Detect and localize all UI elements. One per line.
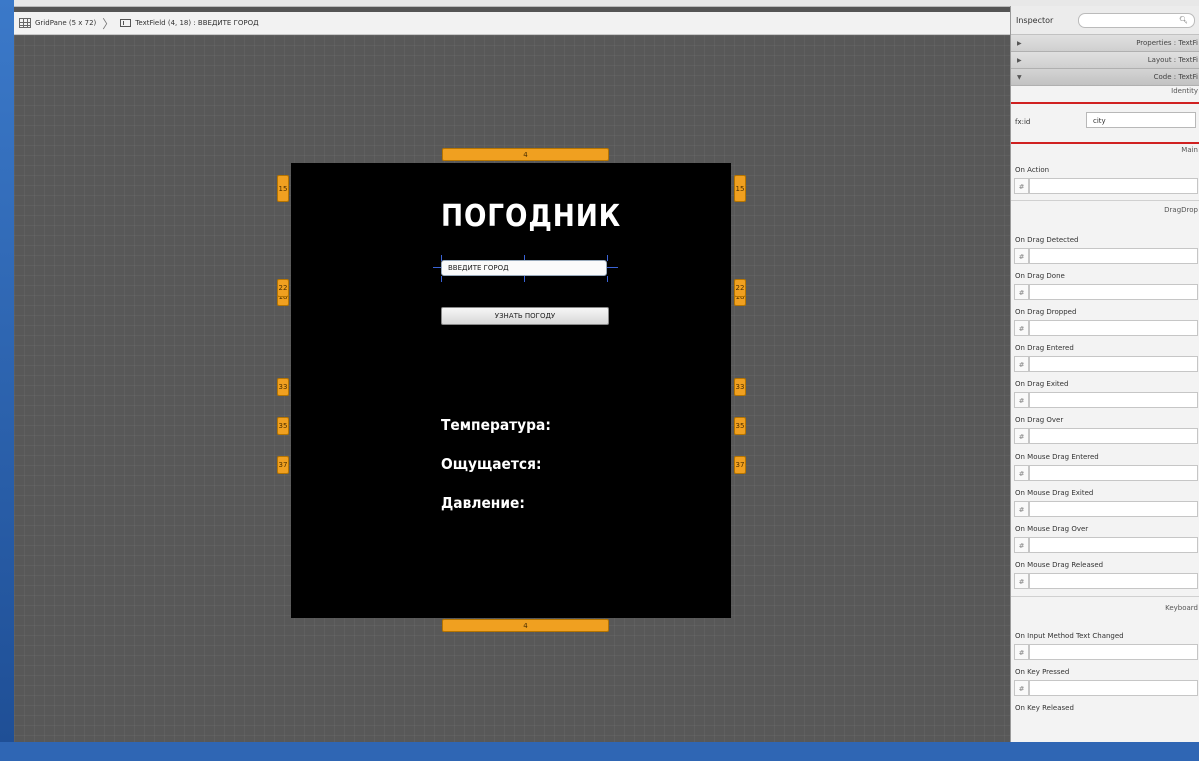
drag-field-input[interactable] <box>1029 501 1198 517</box>
gridpane-icon <box>19 18 31 28</box>
section-code[interactable]: ▼ Code : TextFi <box>1011 69 1199 86</box>
section-layout[interactable]: ▶ Layout : TextFi <box>1011 52 1199 69</box>
temperature-label: Температура: <box>441 416 551 434</box>
get-weather-button[interactable]: УЗНАТЬ ПОГОДУ <box>441 307 609 325</box>
selection-handle[interactable] <box>607 267 618 268</box>
row-marker-right[interactable]: 15 <box>734 175 746 202</box>
hash-prefix: # <box>1014 501 1029 517</box>
drag-field-label: On Mouse Drag Released <box>1015 561 1104 569</box>
gridpane-stage[interactable]: ПОГОДНИК ВВЕДИТЕ ГОРОД УЗНАТЬ ПОГОДУ Тем… <box>291 163 731 618</box>
drag-field-input[interactable] <box>1029 428 1198 444</box>
textfield-icon <box>120 19 132 27</box>
inspector-search-input[interactable]: 🔍︎ <box>1078 12 1195 28</box>
row-marker-left[interactable]: 35 <box>277 417 289 435</box>
fxid-label: fx:id <box>1015 118 1031 126</box>
drag-field-label: On Drag Entered <box>1015 344 1074 352</box>
drag-field-label: On Drag Done <box>1015 272 1065 280</box>
keyboard-field-label: On Key Pressed <box>1015 668 1070 676</box>
code-section-body: Identity fx:id city Main On Action # Dra… <box>1011 86 1199 761</box>
drag-field-input[interactable] <box>1029 537 1198 553</box>
section-properties[interactable]: ▶ Properties : TextFi <box>1011 35 1199 52</box>
chevron-right-icon: 〉 <box>102 16 115 31</box>
chevron-right-icon: ▶ <box>1017 56 1022 64</box>
inspector-panel: Inspector 🔍︎ ▶ Properties : TextFi ▶ Lay… <box>1010 6 1199 742</box>
city-text-field[interactable]: ВВЕДИТЕ ГОРОД <box>441 260 607 276</box>
keyboard-field-label: On Input Method Text Changed <box>1015 632 1124 640</box>
hash-prefix: # <box>1014 573 1029 589</box>
divider <box>1011 200 1199 201</box>
row-marker-right[interactable]: 22 <box>734 279 746 297</box>
feels-like-label: Ощущается: <box>441 455 542 473</box>
keyboard-field-input[interactable] <box>1029 644 1198 660</box>
drag-field-label: On Drag Exited <box>1015 380 1069 388</box>
desktop-background <box>0 0 14 742</box>
chevron-right-icon: ▶ <box>1017 39 1022 47</box>
drag-field-input[interactable] <box>1029 392 1198 408</box>
drag-field-input[interactable] <box>1029 248 1198 264</box>
drag-field-label: On Mouse Drag Over <box>1015 525 1089 533</box>
row-marker-right[interactable]: 33 <box>734 378 746 396</box>
fxid-input[interactable]: city <box>1086 112 1196 128</box>
keyboard-field-input[interactable] <box>1029 680 1198 696</box>
breadcrumb-gridpane[interactable]: GridPane (5 x 72) <box>35 19 96 27</box>
hash-prefix: # <box>1014 356 1029 372</box>
app-title: ПОГОДНИК <box>441 199 622 234</box>
scene-builder-window: GridPane (5 x 72) 〉 TextField (4, 18) : … <box>14 0 1199 742</box>
selection-handle[interactable] <box>441 276 442 282</box>
main-header: Main <box>1181 146 1198 154</box>
row-marker-left[interactable]: 22 <box>277 279 289 297</box>
row-marker-right[interactable]: 35 <box>734 417 746 435</box>
on-action-label: On Action <box>1015 166 1050 174</box>
column-marker-bottom[interactable]: 4 <box>442 619 609 632</box>
divider <box>1011 596 1199 597</box>
drag-field-label: On Drag Over <box>1015 416 1064 424</box>
search-icon: 🔍︎ <box>1179 15 1188 24</box>
hash-prefix: # <box>1014 644 1029 660</box>
keyboard-header: Keyboard <box>1165 604 1198 612</box>
pressure-label: Давление: <box>441 494 525 512</box>
drag-field-input[interactable] <box>1029 284 1198 300</box>
drag-field-label: On Mouse Drag Exited <box>1015 489 1094 497</box>
design-canvas[interactable]: 4 4 15 18 22 33 35 37 15 18 22 33 35 37 … <box>14 35 1010 742</box>
drag-field-input[interactable] <box>1029 465 1198 481</box>
breadcrumb: GridPane (5 x 72) 〉 TextField (4, 18) : … <box>14 12 1010 35</box>
row-marker-right[interactable]: 37 <box>734 456 746 474</box>
chevron-down-icon: ▼ <box>1017 73 1022 81</box>
identity-header: Identity <box>1171 87 1198 95</box>
drag-field-label: On Mouse Drag Entered <box>1015 453 1099 461</box>
inspector-header: Inspector 🔍︎ <box>1011 6 1199 35</box>
hash-prefix: # <box>1014 284 1029 300</box>
selection-handle[interactable] <box>607 276 608 282</box>
inspector-title: Inspector <box>1016 15 1054 25</box>
drag-field-input[interactable] <box>1029 356 1198 372</box>
hash-prefix: # <box>1014 680 1029 696</box>
hash-prefix: # <box>1014 392 1029 408</box>
row-marker-left[interactable]: 15 <box>277 175 289 202</box>
drag-field-label: On Drag Detected <box>1015 236 1079 244</box>
on-action-input[interactable] <box>1029 178 1198 194</box>
hash-prefix: # <box>1014 428 1029 444</box>
keyboard-field-label: On Key Released <box>1015 704 1074 712</box>
hash-prefix: # <box>1014 320 1029 336</box>
selection-handle[interactable] <box>607 255 608 261</box>
hash-prefix: # <box>1014 537 1029 553</box>
hash-prefix: # <box>1014 178 1029 194</box>
drag-field-input[interactable] <box>1029 573 1198 589</box>
dragdrop-header: DragDrop <box>1164 206 1198 214</box>
breadcrumb-textfield[interactable]: TextField (4, 18) : ВВЕДИТЕ ГОРОД <box>135 19 258 27</box>
drag-field-input[interactable] <box>1029 320 1198 336</box>
column-marker-top[interactable]: 4 <box>442 148 609 161</box>
row-marker-left[interactable]: 37 <box>277 456 289 474</box>
drag-field-label: On Drag Dropped <box>1015 308 1077 316</box>
hash-prefix: # <box>1014 465 1029 481</box>
selection-handle[interactable] <box>524 276 525 282</box>
hash-prefix: # <box>1014 248 1029 264</box>
row-marker-left[interactable]: 33 <box>277 378 289 396</box>
